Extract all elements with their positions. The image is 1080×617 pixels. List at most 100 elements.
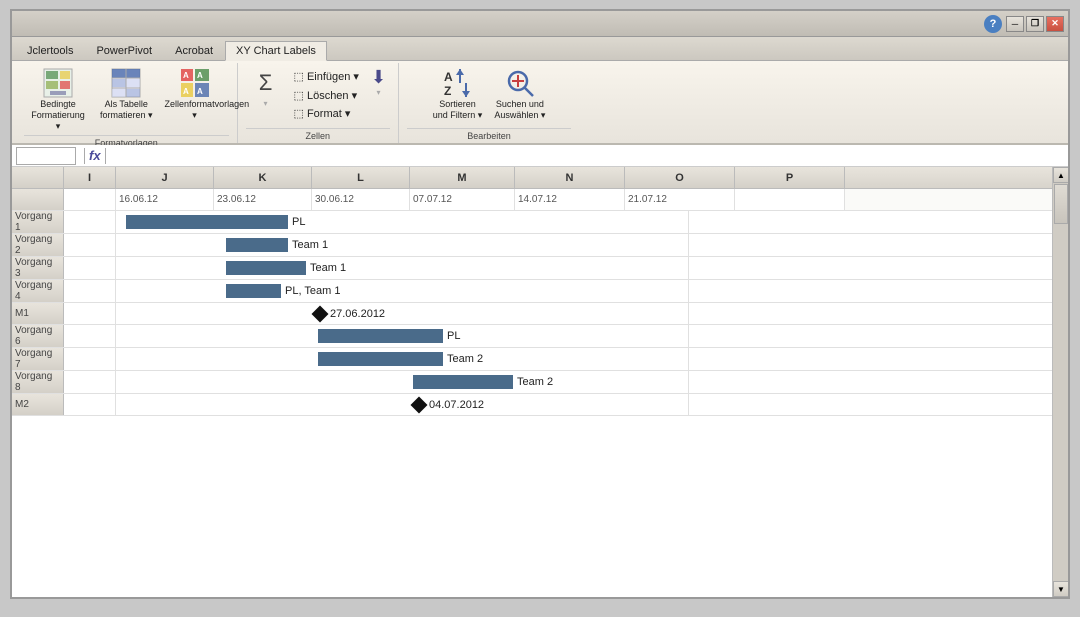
row-v2-gantt: Team 1 — [116, 234, 689, 256]
einfuegen-label: Einfügen ▾ — [307, 70, 359, 83]
sortieren-icon: A Z — [442, 67, 474, 99]
tab-acrobat[interactable]: Acrobat — [164, 41, 224, 60]
zellenformatvorlagen-button[interactable]: A A A A Zellenformatvorlagen ▾ — [161, 65, 229, 123]
table-row: Vorgang 1 PL — [12, 211, 1052, 234]
gantt-v7: Team 2 — [116, 348, 483, 370]
col-header-P[interactable]: P — [735, 167, 845, 188]
date-M: 07.07.12 — [410, 189, 515, 210]
table-row: Vorgang 8 Team 2 — [12, 371, 1052, 394]
col-header-L[interactable]: L — [312, 167, 410, 188]
gantt-v3: Team 1 — [116, 257, 346, 279]
bedingte-formatierung-button[interactable]: Bedingte Formatierung ▾ — [24, 65, 92, 133]
row-v3-gantt: Team 1 — [116, 257, 689, 279]
zellen-group-label: Zellen — [246, 128, 391, 143]
gantt-label-v3: Team 1 — [310, 262, 346, 274]
formula-divider — [84, 148, 85, 164]
loeschen-button[interactable]: ⬚ Löschen ▾ — [290, 88, 363, 103]
date-L: 30.06.12 — [312, 189, 410, 210]
scroll-up-button[interactable]: ▲ — [1053, 167, 1068, 183]
help-icon[interactable]: ? — [984, 15, 1002, 33]
row-v4-I — [64, 280, 116, 302]
format-icon: ⬚ — [294, 107, 304, 120]
row-label-v3: Vorgang 3 — [12, 257, 64, 279]
scroll-thumb[interactable] — [1054, 184, 1068, 224]
format-button[interactable]: ⬚ Format ▾ — [290, 106, 363, 121]
row-label-v4: Vorgang 4 — [12, 280, 64, 302]
row-v6-gantt: PL — [116, 325, 689, 347]
als-tabelle-button[interactable]: Als Tabelle formatieren ▾ — [96, 65, 157, 123]
name-box[interactable] — [16, 147, 76, 165]
ribbon-group-formatvorlagen: Bedingte Formatierung ▾ — [16, 63, 238, 143]
table-row: M1 27.06.2012 — [12, 303, 1052, 325]
main-window: ? ─ ❐ ✕ Jclertools PowerPivot Acrobat XY… — [10, 9, 1070, 599]
spreadsheet-inner: I J K L M N O P 16.06.12 23.06.12 30.06.… — [12, 167, 1052, 597]
gantt-label-v7: Team 2 — [447, 353, 483, 365]
gantt-bar-v2 — [226, 238, 288, 252]
format-label: Format ▾ — [307, 107, 350, 120]
date-O: 21.07.12 — [625, 189, 735, 210]
row-label-v1: Vorgang 1 — [12, 211, 64, 233]
bedingte-formatierung-icon — [42, 67, 74, 99]
gantt-label-m1: 27.06.2012 — [330, 308, 385, 320]
suchen-button[interactable]: Suchen und Auswählen ▾ — [490, 65, 549, 123]
row-label-v6: Vorgang 6 — [12, 325, 64, 347]
title-bar: ? ─ ❐ ✕ — [12, 11, 1068, 37]
minimize-button[interactable]: ─ — [1006, 16, 1024, 32]
ribbon-content: Bedingte Formatierung ▾ — [12, 61, 1068, 145]
scroll-track — [1053, 183, 1068, 581]
gantt-bar-v3 — [226, 261, 306, 275]
date-I — [64, 189, 116, 210]
formatvorlagen-items: Bedingte Formatierung ▾ — [24, 65, 229, 135]
gantt-label-v6: PL — [447, 330, 460, 342]
svg-text:A: A — [444, 70, 453, 84]
table-row: Vorgang 3 Team 1 — [12, 257, 1052, 280]
table-row: Vorgang 2 Team 1 — [12, 234, 1052, 257]
row-m2-I — [64, 394, 116, 415]
tab-xychartlabels[interactable]: XY Chart Labels — [225, 41, 327, 61]
col-header-row: I J K L M N O P — [12, 167, 1052, 189]
bedingte-formatierung-label: Bedingte Formatierung ▾ — [28, 99, 88, 131]
ribbon-group-zellen: Σ ▾ ⬚ Einfügen ▾ ⬚ Löschen ▾ ⬚ Forma — [238, 63, 400, 143]
date-row: 16.06.12 23.06.12 30.06.12 07.07.12 14.0… — [12, 189, 1052, 211]
gantt-v8: Team 2 — [116, 371, 553, 393]
table-row: Vorgang 6 PL — [12, 325, 1052, 348]
sortieren-button[interactable]: A Z Sortieren und Filtern ▾ — [429, 65, 487, 123]
row-v7-gantt: Team 2 — [116, 348, 689, 370]
date-row-header — [12, 189, 64, 210]
row-label-m2: M2 — [12, 394, 64, 415]
tab-jclertools[interactable]: Jclertools — [16, 41, 84, 60]
row-v1-gantt: PL — [116, 211, 689, 233]
einfuegen-button[interactable]: ⬚ Einfügen ▾ — [290, 69, 363, 84]
col-header-J[interactable]: J — [116, 167, 214, 188]
svg-text:A: A — [183, 71, 189, 80]
col-header-N[interactable]: N — [515, 167, 625, 188]
scroll-down-button[interactable]: ▼ — [1053, 581, 1068, 597]
vertical-scrollbar[interactable]: ▲ ▼ — [1052, 167, 1068, 597]
row-label-v8: Vorgang 8 — [12, 371, 64, 393]
sortieren-label: Sortieren und Filtern ▾ — [433, 99, 483, 121]
ribbon-tabs: Jclertools PowerPivot Acrobat XY Chart L… — [12, 37, 1068, 61]
gantt-v4: PL, Team 1 — [116, 280, 340, 302]
milestone-diamond-m1 — [312, 305, 329, 322]
gantt-bar-v1 — [126, 215, 288, 229]
gantt-v1: PL — [116, 211, 305, 233]
row-v2-I — [64, 234, 116, 256]
close-button[interactable]: ✕ — [1046, 16, 1064, 32]
restore-button[interactable]: ❐ — [1026, 16, 1044, 32]
zellen-small-btns: ⬚ Einfügen ▾ ⬚ Löschen ▾ ⬚ Format ▾ — [290, 65, 363, 125]
gantt-m1: 27.06.2012 — [116, 303, 385, 324]
milestone-diamond-m2 — [411, 396, 428, 413]
date-P — [735, 189, 845, 210]
gantt-bar-v8 — [413, 375, 513, 389]
row-v6-I — [64, 325, 116, 347]
gantt-bar-v4 — [226, 284, 281, 298]
zellenformatvorlagen-label: Zellenformatvorlagen ▾ — [165, 99, 225, 121]
bearbeiten-group-label: Bearbeiten — [407, 128, 571, 143]
col-header-K[interactable]: K — [214, 167, 312, 188]
tab-powerpivot[interactable]: PowerPivot — [85, 41, 163, 60]
col-header-M[interactable]: M — [410, 167, 515, 188]
table-row: Vorgang 7 Team 2 — [12, 348, 1052, 371]
col-header-I[interactable]: I — [64, 167, 116, 188]
zellen-items: Σ ▾ ⬚ Einfügen ▾ ⬚ Löschen ▾ ⬚ Forma — [246, 65, 391, 128]
col-header-O[interactable]: O — [625, 167, 735, 188]
